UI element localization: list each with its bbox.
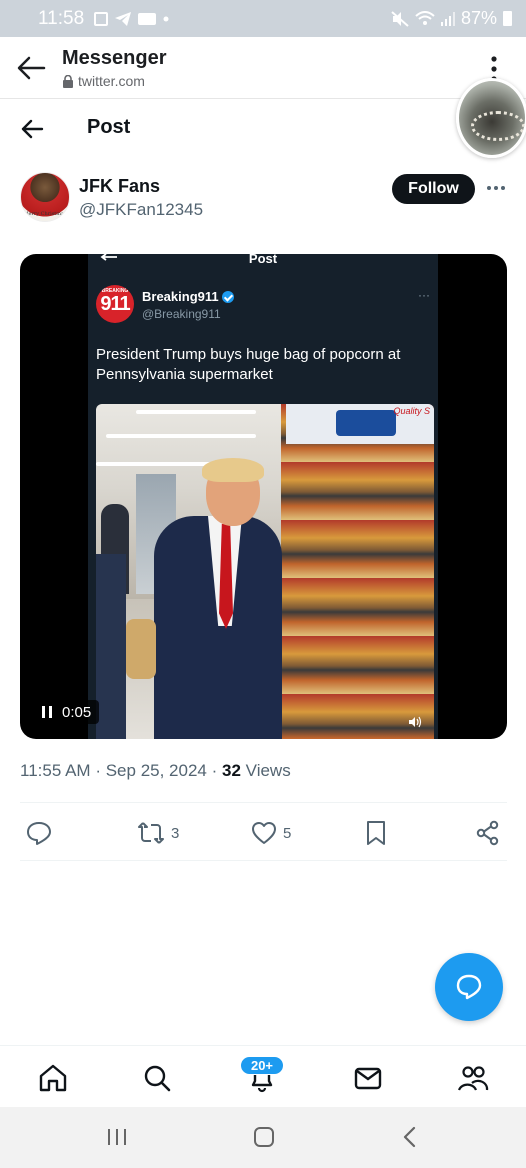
messenger-browser-bar: Messenger twitter.com <box>0 37 526 99</box>
store-sign-text: Quality S <box>393 406 430 416</box>
nav-messages[interactable] <box>352 1062 384 1094</box>
video-time-badge[interactable]: 0:05 <box>34 700 100 724</box>
popcorn-bag <box>126 619 156 679</box>
message-icon <box>138 12 157 25</box>
wifi-icon <box>415 11 435 25</box>
notification-badge: 20+ <box>240 1056 284 1075</box>
author-name[interactable]: JFK Fans <box>79 176 160 197</box>
search-icon <box>144 1065 171 1092</box>
battery-percent: 87% <box>460 8 497 28</box>
views-label: Views <box>245 761 291 780</box>
post-header: Post <box>0 100 526 156</box>
back-system-button[interactable] <box>400 1126 420 1148</box>
back-arrow-icon[interactable] <box>16 54 46 82</box>
share-icon <box>476 820 499 846</box>
retweet-count: 3 <box>171 824 180 842</box>
reply-icon <box>27 822 51 845</box>
home-circle-icon <box>254 1127 274 1147</box>
video-frame: Quality S <box>96 404 434 739</box>
post-time: 11:55 AM <box>20 761 91 780</box>
action-bar: 3 5 <box>0 818 526 848</box>
mute-icon <box>391 10 409 27</box>
browser-domain: twitter.com <box>62 73 145 89</box>
embedded-name: Breaking911 <box>142 289 234 304</box>
like-count: 5 <box>283 824 292 842</box>
more-options-icon[interactable] <box>486 180 506 196</box>
embedded-avatar-small-text: BREAKING <box>101 288 129 294</box>
lock-icon <box>63 74 73 88</box>
reply-button[interactable] <box>26 818 58 848</box>
recent-apps-button[interactable] <box>106 1126 128 1148</box>
new-reply-fab[interactable] <box>435 953 503 1021</box>
meta-separator: · <box>211 761 218 780</box>
video-time: 0:05 <box>62 703 92 721</box>
communities-icon <box>457 1066 489 1091</box>
author-handle[interactable]: @JFKFan12345 <box>79 200 203 220</box>
telegram-icon <box>115 11 132 26</box>
embedded-more-icon: ··· <box>418 288 430 302</box>
post-meta: 11:55 AM · Sep 25, 2024 · 32 Views <box>20 761 291 781</box>
heart-icon <box>252 822 276 844</box>
video-player[interactable]: Post BREAKING 911 Breaking911 @Breaking9… <box>20 254 507 739</box>
back-chevron-icon <box>403 1126 416 1148</box>
nav-home[interactable] <box>37 1062 69 1094</box>
retweet-icon <box>138 822 164 844</box>
chat-bubble-icon <box>456 974 482 1000</box>
recent-apps-icon <box>108 1129 126 1145</box>
embedded-avatar: BREAKING 911 <box>96 285 134 323</box>
embedded-avatar-text: 911 <box>100 292 130 315</box>
volume-icon[interactable] <box>408 716 422 728</box>
mail-icon <box>354 1067 382 1090</box>
verified-badge-icon <box>221 290 234 303</box>
pause-icon[interactable] <box>42 706 52 718</box>
system-nav-bar <box>0 1107 526 1168</box>
bookmark-button[interactable] <box>365 818 387 848</box>
like-button[interactable]: 5 <box>251 818 291 848</box>
views-count: 32 <box>222 761 241 780</box>
domain-text: twitter.com <box>78 73 145 89</box>
embedded-name-text: Breaking911 <box>142 289 219 304</box>
share-button[interactable] <box>476 818 500 848</box>
embedded-title: Post <box>248 254 278 266</box>
bookmark-icon <box>367 821 385 845</box>
nav-search[interactable] <box>141 1062 173 1094</box>
browser-title: Messenger <box>62 47 167 69</box>
post-date: Sep 25, 2024 <box>105 761 207 780</box>
home-icon <box>39 1064 67 1092</box>
dot-icon <box>163 16 169 21</box>
avatar-caption: Merry Christmas <box>23 211 67 217</box>
divider <box>20 860 507 861</box>
retweet-button[interactable]: 3 <box>137 818 179 848</box>
bottom-nav: 20+ <box>0 1045 526 1107</box>
back-arrow-icon[interactable] <box>20 118 44 140</box>
divider <box>20 802 507 803</box>
check-square-icon <box>94 11 109 26</box>
signal-icon <box>440 11 455 26</box>
follow-button[interactable]: Follow <box>392 174 475 204</box>
battery-icon <box>503 11 512 26</box>
meta-separator: · <box>95 761 101 780</box>
post-title: Post <box>87 116 131 138</box>
embedded-screenshot: Post BREAKING 911 Breaking911 @Breaking9… <box>88 254 438 739</box>
home-system-button[interactable] <box>252 1126 276 1148</box>
embedded-handle: @Breaking911 <box>142 307 221 321</box>
store-sign: Quality S <box>286 404 434 444</box>
status-time: 11:58 <box>38 7 85 29</box>
nav-communities[interactable] <box>457 1062 489 1094</box>
status-bar: 11:58 87% <box>0 0 526 37</box>
embedded-text: President Trump buys huge bag of popcorn… <box>96 346 401 383</box>
avatar[interactable]: Merry Christmas <box>20 172 70 222</box>
